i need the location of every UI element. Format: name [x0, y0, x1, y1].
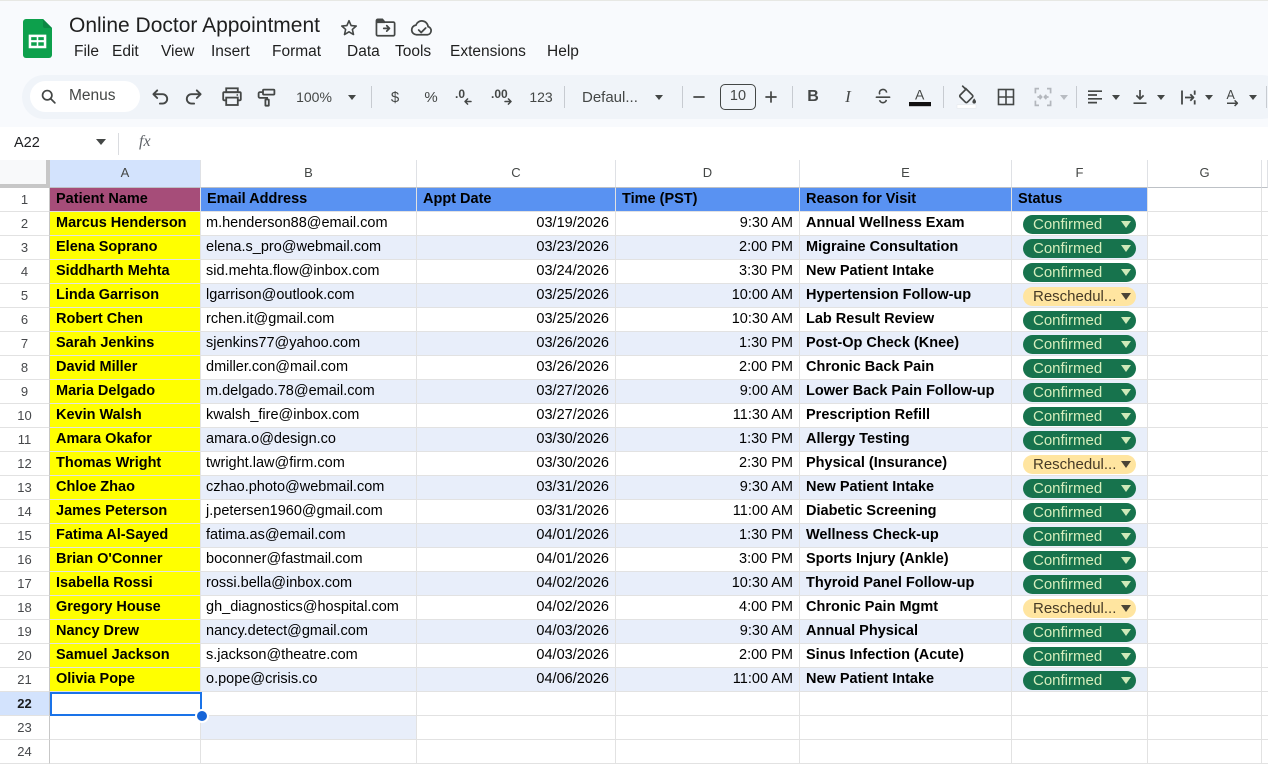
- svg-text:.00: .00: [491, 87, 508, 101]
- svg-text:.0: .0: [455, 87, 465, 101]
- svg-text:A: A: [915, 87, 925, 103]
- svg-text:A: A: [1227, 88, 1236, 102]
